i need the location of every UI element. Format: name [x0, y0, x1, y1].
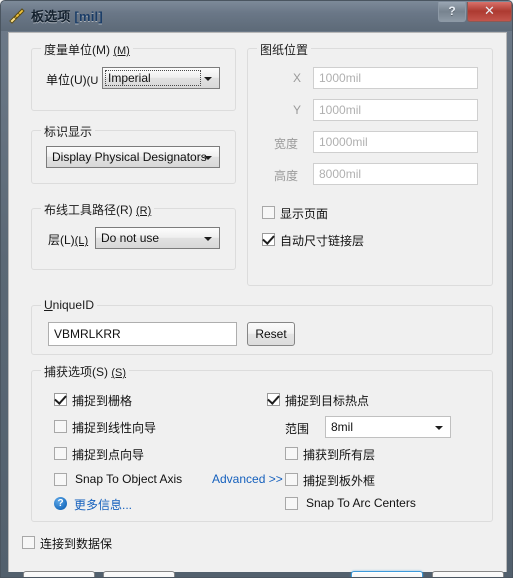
check-icon	[267, 392, 280, 405]
range-combo-value: 8mil	[331, 420, 354, 434]
sheet-height-label: 高度	[274, 169, 299, 183]
window-title-unit: [mil]	[74, 9, 103, 24]
more-info-link[interactable]: 更多信息...	[74, 496, 132, 513]
measurement-unit-legend: 度量单位(M) (M)	[41, 41, 133, 58]
checkbox-box	[285, 447, 298, 460]
checkbox-box	[285, 473, 298, 486]
auto-size-link-layer-label: 自动尺寸链接层	[280, 234, 365, 248]
sheet-width-field[interactable]: 10000mil	[313, 131, 478, 153]
unique-id-group: UniqueID VBMRLKRR Reset	[31, 298, 493, 355]
close-button[interactable]: ✕	[467, 2, 512, 22]
dialog-window: 板选项 [mil] ? ✕ 度量单位(M) (M) 单位(U)(U Imperi…	[0, 0, 513, 578]
snap-to-arc-centers-label: Snap To Arc Centers	[306, 496, 416, 510]
connect-to-database-label: 连接到数据保	[40, 537, 113, 551]
routing-tool-path-legend: 布线工具路径(R) (R)	[41, 201, 155, 218]
unit-combo[interactable]: Imperial	[102, 67, 220, 89]
unit-label-accel: (U	[86, 75, 99, 87]
board-options-icon	[9, 8, 25, 24]
checkbox-box	[54, 447, 67, 460]
unique-id-legend-rest: niqueID	[52, 298, 95, 312]
snap-to-hotspot-label: 捕捉到目标热点	[285, 394, 370, 408]
routing-legend-main: 布线工具路径(R)	[44, 203, 133, 217]
sheet-y-label: Y	[293, 103, 302, 117]
sheet-position-group: 图纸位置 X 1000mil Y 1000mil 宽度 10000mil 高度 …	[247, 41, 493, 286]
title-bar: 板选项 [mil] ? ✕	[1, 1, 512, 31]
snap-to-linear-guide-label: 捕捉到线性向导	[72, 421, 157, 435]
layer-label: 层(L)(L)	[48, 231, 88, 248]
help-button[interactable]: ?	[438, 2, 466, 22]
layer-label-accel: (L)	[74, 235, 89, 247]
sheet-x-label: X	[293, 71, 302, 85]
unit-label: 单位(U)(U	[46, 71, 98, 88]
checkbox-box	[267, 392, 280, 406]
routing-legend-accel: (R)	[136, 205, 152, 217]
unit-label-main: 单位(U)	[46, 73, 87, 87]
unique-id-value: VBMRLKRR	[54, 327, 121, 341]
dialog-body: 度量单位(M) (M) 单位(U)(U Imperial 标识显示 Displa…	[8, 32, 507, 577]
sheet-x-field[interactable]: 1000mil	[313, 67, 478, 89]
sheet-width-label: 宽度	[274, 137, 299, 151]
snap-to-all-layers-label: 捕获到所有层	[303, 448, 376, 462]
reset-button-label: Reset	[255, 327, 287, 341]
checkbox-box	[285, 497, 298, 510]
snap-to-object-axis-label: Snap To Object Axis	[75, 472, 183, 486]
unique-id-legend: UniqueID	[41, 298, 98, 312]
measurement-unit-legend-main: 度量单位(M)	[44, 43, 110, 57]
designator-combo[interactable]: Display Physical Designators	[46, 146, 220, 168]
unique-id-field[interactable]: VBMRLKRR	[48, 322, 237, 346]
designator-combo-value: Display Physical Designators	[52, 150, 207, 164]
check-icon	[54, 392, 67, 405]
window-title-text: 板选项	[31, 9, 71, 24]
snap-legend-main: 捕获选项(S)	[44, 365, 108, 379]
advanced-link[interactable]: Advanced >>	[212, 472, 283, 486]
chevron-down-icon	[204, 156, 212, 160]
sheet-position-legend: 图纸位置	[257, 41, 312, 58]
layer-combo[interactable]: Do not use	[95, 227, 220, 249]
snap-to-grid-label: 捕捉到栅格	[72, 394, 133, 408]
chevron-down-icon	[204, 77, 212, 81]
checkbox-box	[54, 473, 67, 486]
ok-button[interactable]: 确定	[351, 571, 423, 577]
sheet-y-value: 1000mil	[319, 103, 362, 117]
wizard-button[interactable]: 向导...	[103, 571, 175, 577]
designator-display-legend: 标识显示	[41, 123, 96, 140]
layer-combo-value: Do not use	[101, 231, 160, 245]
snap-options-legend: 捕获选项(S) (S)	[41, 363, 130, 380]
snap-options-group: 捕获选项(S) (S) 捕捉到栅格 捕捉到线性向导 捕捉到点向导 Snap To…	[31, 363, 493, 522]
chevron-down-icon	[435, 426, 443, 430]
sheet-height-value: 8000mil	[319, 167, 362, 181]
sheet-width-value: 10000mil	[319, 135, 368, 149]
checkbox-box	[54, 392, 67, 406]
grids-button[interactable]: 栅格...	[23, 571, 95, 577]
checkbox-box	[262, 232, 275, 246]
show-sheet-label: 显示页面	[280, 207, 329, 221]
checkbox-box	[54, 420, 67, 433]
measurement-unit-group: 度量单位(M) (M) 单位(U)(U Imperial	[31, 41, 236, 111]
layer-label-main: 层(L)	[48, 233, 75, 247]
designator-display-group: 标识显示 Display Physical Designators	[31, 123, 236, 184]
sheet-y-field[interactable]: 1000mil	[313, 99, 478, 121]
reset-button[interactable]: Reset	[247, 322, 295, 346]
check-icon	[262, 232, 275, 245]
snap-to-board-outline-label: 捕捉到板外框	[303, 474, 376, 488]
sheet-x-value: 1000mil	[319, 71, 362, 85]
snap-legend-accel: (S)	[111, 367, 127, 379]
sheet-height-field[interactable]: 8000mil	[313, 163, 478, 185]
chevron-down-icon	[204, 237, 212, 241]
help-circle-icon: ?	[54, 497, 67, 510]
unit-combo-focus-rect	[105, 70, 201, 86]
snap-to-point-guide-label: 捕捉到点向导	[72, 448, 145, 462]
checkbox-box	[262, 206, 275, 219]
checkbox-box	[22, 536, 35, 549]
unique-id-legend-accel: U	[44, 298, 53, 312]
range-combo[interactable]: 8mil	[325, 416, 451, 438]
routing-tool-path-group: 布线工具路径(R) (R) 层(L)(L) Do not use	[31, 201, 236, 270]
window-title: 板选项 [mil]	[31, 6, 103, 25]
cancel-button[interactable]: 取消	[432, 571, 504, 577]
measurement-unit-legend-accel: (M)	[113, 45, 130, 57]
range-label: 范围	[285, 422, 310, 436]
